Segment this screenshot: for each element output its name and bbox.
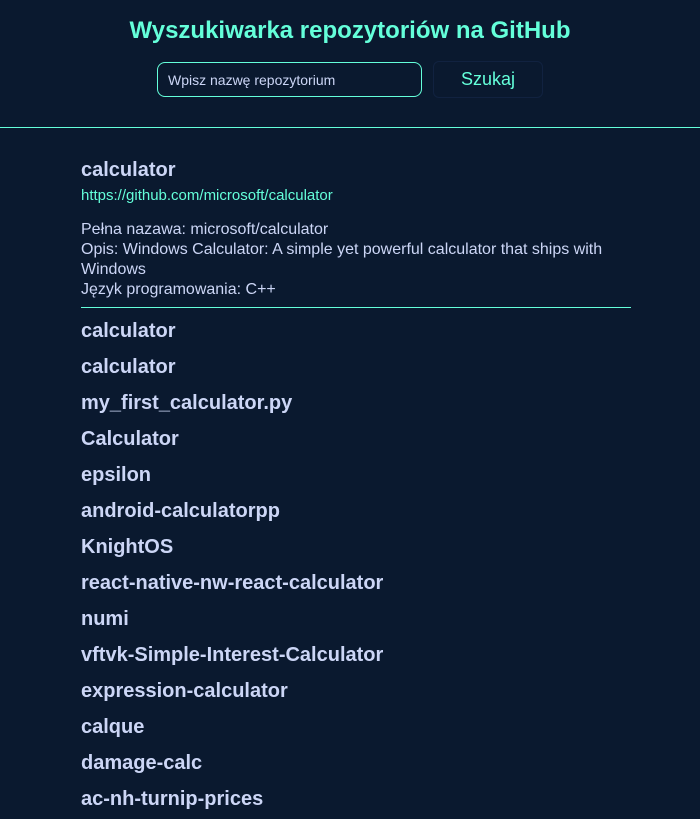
repo-details: Pełna nazawa: microsoft/calculator Opis:… <box>81 220 631 300</box>
search-button[interactable]: Szukaj <box>433 61 543 98</box>
repo-name[interactable]: calque <box>81 716 144 738</box>
repo-name[interactable]: expression-calculator <box>81 680 288 702</box>
repo-full-name: Pełna nazawa: microsoft/calculator <box>81 221 329 238</box>
repo-url-link[interactable]: https://github.com/microsoft/calculator <box>81 187 631 205</box>
list-item: vftvk-Simple-Interest-Calculator <box>81 632 631 668</box>
results-list: calculator https://github.com/microsoft/… <box>81 128 631 812</box>
list-item: epsilon <box>81 452 631 488</box>
repo-name[interactable]: android-calculatorpp <box>81 500 280 522</box>
list-item: calque <box>81 704 631 740</box>
repo-name[interactable]: my_first_calculator.py <box>81 392 292 414</box>
repo-language: Język programowania: C++ <box>81 281 276 298</box>
list-item: KnightOS <box>81 524 631 560</box>
search-input[interactable] <box>157 62 422 97</box>
search-bar: Szukaj <box>157 61 543 98</box>
repo-list: calculator calculator my_first_calculato… <box>81 308 631 812</box>
list-item: react-native-nw-react-calculator <box>81 560 631 596</box>
repo-description: Opis: Windows Calculator: A simple yet p… <box>81 241 603 278</box>
list-item: calculator <box>81 344 631 380</box>
repo-name[interactable]: react-native-nw-react-calculator <box>81 572 383 594</box>
list-item: android-calculatorpp <box>81 488 631 524</box>
expanded-repo-name[interactable]: calculator <box>81 158 631 182</box>
list-item: expression-calculator <box>81 668 631 704</box>
repo-name[interactable]: numi <box>81 608 129 630</box>
page-header: Wyszukiwarka repozytoriów na GitHub Szuk… <box>0 0 700 128</box>
repo-name[interactable]: damage-calc <box>81 752 202 774</box>
list-item: Calculator <box>81 416 631 452</box>
repo-name[interactable]: ac-nh-turnip-prices <box>81 788 263 810</box>
expanded-repo-card: calculator https://github.com/microsoft/… <box>81 128 631 308</box>
list-item: ac-nh-turnip-prices <box>81 776 631 812</box>
list-item: damage-calc <box>81 740 631 776</box>
repo-name[interactable]: epsilon <box>81 464 151 486</box>
repo-name[interactable]: calculator <box>81 356 175 378</box>
list-item: my_first_calculator.py <box>81 380 631 416</box>
repo-name[interactable]: calculator <box>81 320 175 342</box>
page-title: Wyszukiwarka repozytoriów na GitHub <box>129 17 571 44</box>
list-item: calculator <box>81 308 631 344</box>
repo-name[interactable]: KnightOS <box>81 536 173 558</box>
list-item: numi <box>81 596 631 632</box>
repo-name[interactable]: Calculator <box>81 428 179 450</box>
repo-name[interactable]: vftvk-Simple-Interest-Calculator <box>81 644 383 666</box>
